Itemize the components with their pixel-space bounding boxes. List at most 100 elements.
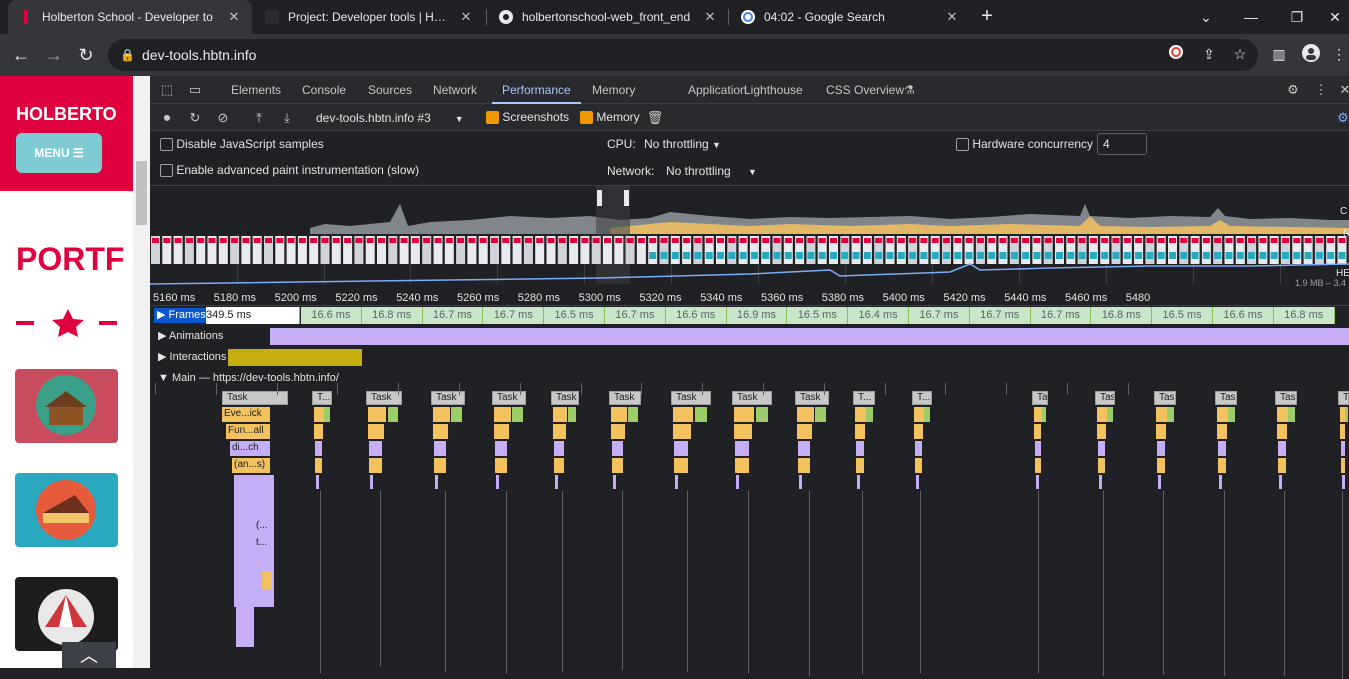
flame-paint-slice[interactable]: [756, 407, 768, 422]
flame-script-slice[interactable]: [1341, 458, 1345, 473]
frame-cell[interactable]: 16.8 ms: [1091, 307, 1152, 324]
flame-render-slice[interactable]: [1035, 441, 1041, 456]
frame-cell[interactable]: 349.5 ms: [206, 307, 300, 324]
paint-instrumentation-checkbox[interactable]: Enable advanced paint instrumentation (s…: [160, 163, 419, 177]
flame-event-click[interactable]: Eve...ick: [222, 407, 270, 422]
frame-cell[interactable]: 16.7 ms: [970, 307, 1031, 324]
scrollbar-thumb[interactable]: [136, 161, 147, 225]
flame-script-slice[interactable]: [553, 424, 566, 439]
frame-cell[interactable]: 16.9 ms: [727, 307, 788, 324]
flame-script-slice[interactable]: [612, 458, 623, 473]
flame-script-slice[interactable]: [915, 458, 922, 473]
flame-paint-slice[interactable]: [1288, 407, 1295, 422]
flame-script-slice[interactable]: [1157, 458, 1165, 473]
flame-script-slice[interactable]: [1217, 424, 1227, 439]
flame-t-small[interactable]: t...: [254, 536, 274, 551]
task-block[interactable]: Task: [1032, 391, 1048, 405]
animations-bar[interactable]: [270, 328, 1349, 345]
new-tab-icon[interactable]: +: [976, 5, 998, 27]
capture-settings-gear-icon[interactable]: ⚙: [1334, 109, 1349, 127]
frame-cell[interactable]: 16.6 ms: [301, 307, 362, 324]
close-tab-icon[interactable]: ✕: [944, 9, 960, 25]
frame-cell[interactable]: 16.5 ms: [544, 307, 605, 324]
flame-render-slice[interactable]: [370, 475, 373, 489]
flame-script-slice[interactable]: [914, 407, 924, 422]
reload-icon[interactable]: ↻: [76, 45, 96, 65]
task-block[interactable]: Task: [1154, 391, 1176, 405]
flame-script-slice[interactable]: [262, 571, 272, 589]
flame-stack-column[interactable]: [236, 607, 254, 647]
flame-script-slice[interactable]: [1217, 407, 1228, 422]
flame-render-slice[interactable]: [916, 475, 919, 489]
flame-script-slice[interactable]: [797, 424, 812, 439]
flame-script-slice[interactable]: [554, 458, 564, 473]
task-block[interactable]: T...: [912, 391, 932, 405]
frame-cell[interactable]: 16.8 ms: [362, 307, 423, 324]
frame-cell[interactable]: 16.7 ms: [605, 307, 666, 324]
flame-render-slice[interactable]: [316, 475, 319, 489]
frame-cell[interactable]: 16.7 ms: [909, 307, 970, 324]
bookmark-star-icon[interactable]: ☆: [1230, 44, 1250, 64]
tab-css-overview[interactable]: CSS Overview: [826, 76, 904, 104]
portfolio-card-circus[interactable]: [15, 577, 118, 651]
flame-render-slice[interactable]: [1098, 441, 1105, 456]
browser-tab-project[interactable]: Project: Developer tools | Holbe ✕: [254, 0, 484, 34]
tab-performance[interactable]: Performance: [502, 76, 571, 104]
flame-render-slice[interactable]: [799, 475, 802, 489]
flame-render-slice[interactable]: [1036, 475, 1039, 489]
flame-script-slice[interactable]: [855, 424, 865, 439]
disable-js-samples-checkbox[interactable]: Disable JavaScript samples: [160, 137, 324, 151]
flame-script-slice[interactable]: [1156, 407, 1167, 422]
flame-script-slice[interactable]: [735, 458, 749, 473]
flame-render-slice[interactable]: [857, 475, 860, 489]
task-block[interactable]: Task: [492, 391, 526, 405]
flame-render-slice[interactable]: [496, 475, 499, 489]
flame-script-slice[interactable]: [1098, 458, 1105, 473]
frames-track-header[interactable]: ▶ Frames: [154, 308, 209, 323]
device-toolbar-icon[interactable]: ▭: [186, 81, 204, 99]
flame-script-slice[interactable]: [798, 458, 810, 473]
tab-network[interactable]: Network: [433, 76, 477, 104]
flame-script-slice[interactable]: [856, 458, 864, 473]
flame-paint-slice[interactable]: [568, 407, 576, 422]
flame-script-slice[interactable]: [1097, 407, 1107, 422]
hardware-concurrency-input[interactable]: 4: [1097, 133, 1147, 155]
flame-render-slice[interactable]: [612, 441, 623, 456]
flame-script-slice[interactable]: [433, 407, 450, 422]
flame-script-slice[interactable]: [1034, 424, 1041, 439]
flame-render-slice[interactable]: [1157, 441, 1165, 456]
devtools-menu-icon[interactable]: ⋮: [1312, 81, 1330, 99]
chrome-menu-icon[interactable]: ⋮: [1329, 44, 1349, 64]
frame-cell[interactable]: 16.4 ms: [848, 307, 909, 324]
flame-anonymous[interactable]: (an...s): [232, 458, 270, 473]
frame-cell[interactable]: 16.5 ms: [787, 307, 848, 324]
share-icon[interactable]: ⇪: [1199, 44, 1219, 64]
flame-script-slice[interactable]: [368, 424, 384, 439]
flame-paint-slice[interactable]: [815, 407, 825, 422]
browser-tab-google[interactable]: 04:02 - Google Search ✕: [730, 0, 970, 34]
google-lens-icon[interactable]: [1166, 44, 1186, 64]
flame-paint-slice[interactable]: [388, 407, 399, 422]
tab-console[interactable]: Console: [302, 76, 346, 104]
site-logo[interactable]: HOLBERTO: [16, 104, 117, 125]
flame-render-slice[interactable]: [1218, 441, 1226, 456]
browser-tab-github[interactable]: holbertonschool-web_front_end ✕: [488, 0, 728, 34]
flame-script-slice[interactable]: [314, 424, 323, 439]
flame-chart[interactable]: ▶ Animations ▶ Interactions ▼ Main — htt…: [150, 325, 1349, 668]
flame-render-slice[interactable]: [1278, 441, 1286, 456]
flame-paint-slice[interactable]: [695, 407, 707, 422]
task-block[interactable]: Task: [1095, 391, 1115, 405]
garbage-collect-trash-icon[interactable]: 🗑: [646, 109, 664, 127]
tab-application[interactable]: Application: [688, 76, 747, 104]
flame-render-slice[interactable]: [1158, 475, 1161, 489]
flame-render-slice[interactable]: [1341, 441, 1345, 456]
tab-sources[interactable]: Sources: [368, 76, 412, 104]
close-tab-icon[interactable]: ✕: [458, 9, 474, 25]
close-tab-icon[interactable]: ✕: [702, 9, 718, 25]
tab-search-chevron-icon[interactable]: ⌄: [1196, 7, 1216, 27]
task-block[interactable]: Task: [732, 391, 772, 405]
task-block[interactable]: Task: [1275, 391, 1297, 405]
interactions-track-header[interactable]: ▶ Interactions: [158, 347, 226, 368]
flame-render-slice[interactable]: [675, 475, 678, 489]
flame-paint-slice[interactable]: [1107, 407, 1113, 422]
